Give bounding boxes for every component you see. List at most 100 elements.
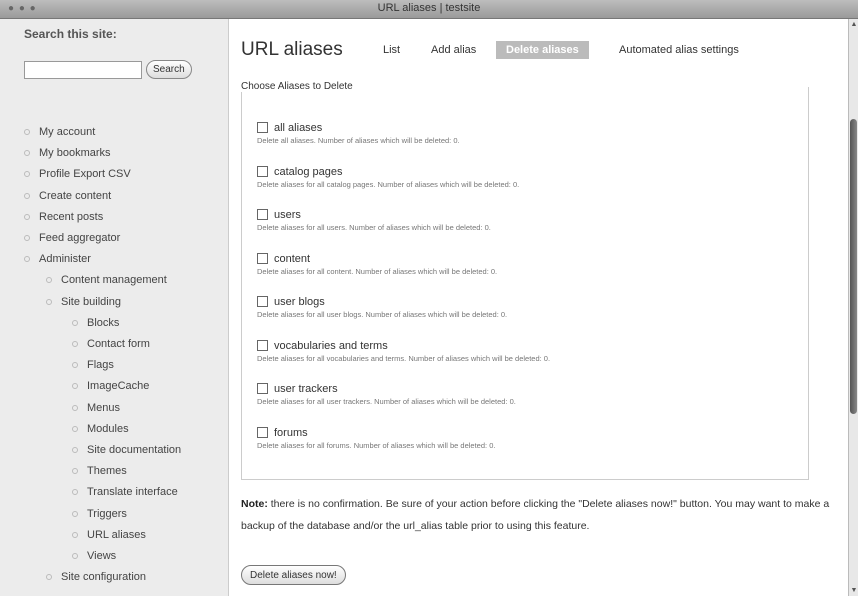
sidebar-item[interactable]: Views bbox=[72, 550, 116, 562]
option-label[interactable]: content bbox=[274, 252, 310, 264]
option-checkbox[interactable] bbox=[257, 383, 268, 395]
bullet-icon bbox=[46, 574, 52, 581]
sidebar-item[interactable]: Profile Export CSV bbox=[24, 168, 131, 180]
sidebar-item[interactable]: Menus bbox=[72, 402, 120, 414]
sidebar-item-label: Triggers bbox=[87, 507, 127, 520]
window-titlebar: ● ● ● URL aliases | testsite bbox=[0, 0, 858, 19]
note-label: Note: bbox=[241, 498, 268, 510]
bullet-icon bbox=[24, 129, 30, 136]
bullet-icon bbox=[24, 192, 30, 199]
bullet-icon bbox=[72, 425, 78, 432]
bullet-icon bbox=[72, 531, 78, 538]
sidebar-item-label: My account bbox=[39, 126, 96, 138]
warning-note: Note: there is no confirmation. Be sure … bbox=[241, 493, 841, 537]
option-checkbox[interactable] bbox=[257, 252, 268, 264]
sidebar-item[interactable]: Flags bbox=[72, 359, 114, 371]
sidebar-item[interactable]: Content management bbox=[46, 274, 167, 286]
scroll-up-arrow-icon[interactable]: ▲ bbox=[850, 21, 858, 28]
search-button[interactable]: Search bbox=[146, 60, 192, 79]
option-description: Delete aliases for all vocabularies and … bbox=[257, 353, 551, 363]
bullet-icon bbox=[72, 319, 78, 326]
option-checkbox[interactable] bbox=[257, 339, 268, 351]
search-input[interactable] bbox=[24, 61, 142, 79]
bullet-icon bbox=[46, 298, 52, 305]
tab-add-alias[interactable]: Add alias bbox=[431, 44, 476, 56]
sidebar-item[interactable]: Feed aggregator bbox=[24, 232, 120, 244]
sidebar-item[interactable]: My bookmarks bbox=[24, 147, 111, 159]
bullet-icon bbox=[24, 171, 30, 178]
option-label[interactable]: all aliases bbox=[274, 122, 322, 134]
bullet-icon bbox=[24, 256, 30, 263]
option-label[interactable]: forums bbox=[274, 426, 308, 438]
option-label[interactable]: catalog pages bbox=[274, 165, 343, 177]
sidebar-item-label: Create content bbox=[39, 189, 112, 202]
delete-option: content Delete aliases for all content. N… bbox=[257, 250, 497, 276]
delete-option: user blogs Delete aliases for all user bl… bbox=[257, 293, 507, 319]
note-text: there is no confirmation. Be sure of you… bbox=[241, 498, 830, 532]
option-label[interactable]: users bbox=[274, 209, 301, 221]
scroll-down-arrow-icon[interactable]: ▼ bbox=[850, 587, 858, 594]
bullet-icon bbox=[72, 383, 78, 390]
option-description: Delete aliases for all catalog pages. Nu… bbox=[257, 179, 520, 189]
sidebar-item-label: My bookmarks bbox=[39, 147, 111, 160]
delete-option: all aliases Delete all aliases. Number of… bbox=[257, 119, 460, 145]
bullet-icon bbox=[72, 362, 78, 369]
sidebar-item[interactable]: Blocks bbox=[72, 317, 119, 329]
sidebar-item[interactable]: Site building bbox=[46, 296, 121, 308]
sidebar-item-label: Flags bbox=[87, 359, 114, 372]
fieldset-legend: Choose Aliases to Delete bbox=[241, 81, 357, 92]
bullet-icon bbox=[72, 489, 78, 496]
sidebar-item[interactable]: Administer bbox=[24, 253, 91, 265]
delete-aliases-now-button[interactable]: Delete aliases now! bbox=[241, 565, 346, 585]
sidebar-item-label: ImageCache bbox=[87, 380, 150, 393]
window-title: URL aliases | testsite bbox=[377, 2, 481, 14]
sidebar-item[interactable]: Create content bbox=[24, 190, 111, 202]
sidebar-item-label: URL aliases bbox=[87, 528, 146, 541]
option-checkbox[interactable] bbox=[257, 122, 268, 134]
sidebar-item[interactable]: Site configuration bbox=[46, 571, 146, 583]
option-label[interactable]: vocabularies and terms bbox=[274, 339, 388, 351]
option-label[interactable]: user trackers bbox=[274, 383, 338, 395]
option-checkbox[interactable] bbox=[257, 209, 268, 221]
bullet-icon bbox=[24, 235, 30, 242]
tab-delete-aliases[interactable]: Delete aliases bbox=[496, 41, 589, 59]
delete-option: users Delete aliases for all users. Numbe… bbox=[257, 206, 491, 232]
option-checkbox[interactable] bbox=[257, 426, 268, 438]
bullet-icon bbox=[46, 277, 52, 284]
sidebar-item-label: Site configuration bbox=[61, 571, 146, 584]
sidebar-item[interactable]: Translate interface bbox=[72, 486, 178, 498]
sidebar-item[interactable]: Contact form bbox=[72, 338, 150, 350]
sidebar-item-label: Profile Export CSV bbox=[39, 168, 131, 181]
tab-list[interactable]: List bbox=[383, 44, 400, 56]
sidebar-item[interactable]: Site documentation bbox=[72, 444, 181, 456]
search-label: Search this site: bbox=[24, 27, 117, 41]
option-description: Delete aliases for all users. Number of … bbox=[257, 223, 491, 232]
scrollbar-thumb[interactable] bbox=[850, 119, 857, 414]
delete-aliases-fieldset bbox=[241, 87, 809, 480]
delete-option: forums Delete aliases for all forums. Num… bbox=[257, 424, 495, 450]
option-checkbox[interactable] bbox=[257, 165, 268, 177]
option-checkbox[interactable] bbox=[257, 296, 268, 308]
option-description: Delete aliases for all forums. Number of… bbox=[257, 440, 496, 450]
sidebar-item[interactable]: Themes bbox=[72, 465, 127, 477]
sidebar-item-label: Themes bbox=[87, 465, 127, 478]
bullet-icon bbox=[72, 553, 78, 560]
bullet-icon bbox=[24, 213, 30, 220]
bullet-icon bbox=[72, 468, 78, 475]
sidebar-item-label: Blocks bbox=[87, 316, 120, 329]
option-description: Delete aliases for all content. Number o… bbox=[257, 266, 498, 276]
scrollbar[interactable]: ▲ ▼ bbox=[848, 19, 858, 596]
sidebar-item-label: Site building bbox=[61, 295, 121, 308]
sidebar-item[interactable]: URL aliases bbox=[72, 529, 146, 541]
sidebar-item[interactable]: Recent posts bbox=[24, 211, 103, 223]
sidebar-item[interactable]: ImageCache bbox=[72, 380, 149, 392]
option-label[interactable]: user blogs bbox=[274, 296, 325, 308]
sidebar-item-label: Administer bbox=[39, 253, 91, 266]
sidebar-item-label: Views bbox=[87, 550, 117, 562]
sidebar-item[interactable]: My account bbox=[24, 126, 95, 138]
tab-automated-alias-settings[interactable]: Automated alias settings bbox=[619, 44, 739, 56]
sidebar-item[interactable]: Triggers bbox=[72, 508, 127, 520]
option-description: Delete aliases for all user blogs. Numbe… bbox=[257, 310, 508, 319]
sidebar-item[interactable]: Modules bbox=[72, 423, 129, 435]
bullet-icon bbox=[72, 404, 78, 411]
